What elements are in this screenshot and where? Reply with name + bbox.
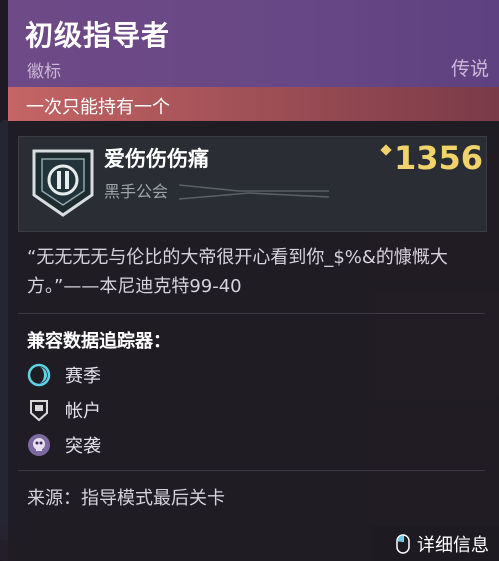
power-level: 1356 bbox=[393, 139, 483, 177]
tracker-item-account: 帐户 bbox=[27, 397, 101, 423]
tooltip-header: 初级指导者 徽标 传说 bbox=[8, 0, 499, 87]
emblem-icon bbox=[32, 149, 94, 217]
trackers-title: 兼容数据追踪器： bbox=[27, 331, 171, 352]
item-name: 初级指导者 bbox=[25, 19, 171, 52]
item-source: 来源：指导模式最后关卡 bbox=[27, 488, 225, 509]
raid-icon bbox=[28, 434, 50, 456]
divider bbox=[18, 470, 485, 471]
unique-warning-text: 一次只能持有一个 bbox=[26, 97, 170, 118]
tracker-item-season: 赛季 bbox=[27, 362, 101, 388]
tracker-label: 赛季 bbox=[65, 366, 101, 387]
account-icon bbox=[30, 400, 48, 422]
tracker-label: 帐户 bbox=[65, 401, 101, 422]
season-icon bbox=[27, 363, 51, 387]
tracker-item-raid: 突袭 bbox=[27, 432, 101, 458]
mouse-icon bbox=[396, 533, 410, 554]
lore-text: “无无无无与伦比的大帝很开心看到你_$%&的慷慨大方。”——本尼迪克特99-40 bbox=[27, 247, 448, 297]
unique-warning-bar: 一次只能持有一个 bbox=[8, 87, 499, 121]
banner-clan-name: 黑手公会 bbox=[104, 182, 169, 201]
item-rarity: 传说 bbox=[450, 58, 489, 80]
banner-stripes bbox=[179, 184, 330, 200]
item-type: 徽标 bbox=[27, 62, 61, 82]
details-button[interactable]: 详细信息 bbox=[372, 526, 499, 561]
banner-player-name: 爱伤伤伤痛 bbox=[104, 147, 209, 171]
details-button-label: 详细信息 bbox=[417, 534, 489, 556]
tracker-label: 突袭 bbox=[65, 436, 101, 457]
divider bbox=[18, 313, 485, 314]
